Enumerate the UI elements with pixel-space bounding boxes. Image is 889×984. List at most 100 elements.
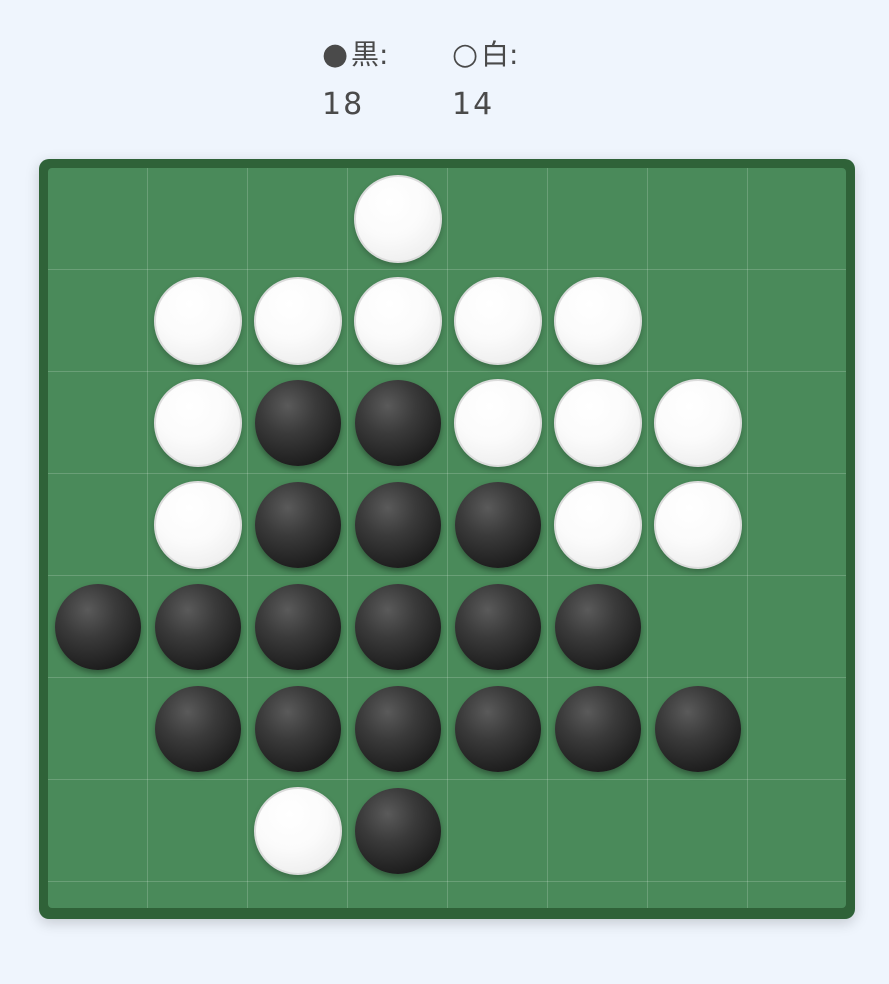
black-disc (155, 686, 241, 772)
board-cell-r4-c6[interactable] (548, 474, 648, 576)
white-disc (154, 481, 242, 569)
board-cell-r3-c4[interactable] (348, 372, 448, 474)
black-disc (255, 380, 341, 466)
white-disc (554, 379, 642, 467)
white-disc (354, 277, 442, 365)
board-cell-r7-c4[interactable] (348, 780, 448, 882)
white-score-label: ○ 白: (452, 38, 518, 72)
board-cell-r6-c4[interactable] (348, 678, 448, 780)
board-cell-r8-c6[interactable] (548, 882, 648, 984)
board-cell-r6-c2[interactable] (148, 678, 248, 780)
board-cell-r3-c6[interactable] (548, 372, 648, 474)
board-cell-r1-c1[interactable] (48, 168, 148, 270)
board-cell-r7-c5[interactable] (448, 780, 548, 882)
black-disc (55, 584, 141, 670)
board-cell-r1-c3[interactable] (248, 168, 348, 270)
white-disc-icon: ○ (452, 37, 479, 72)
board-cell-r1-c6[interactable] (548, 168, 648, 270)
board-cell-r3-c8[interactable] (748, 372, 848, 474)
board-cell-r1-c7[interactable] (648, 168, 748, 270)
board-cell-r7-c8[interactable] (748, 780, 848, 882)
white-disc (254, 277, 342, 365)
board-cell-r5-c1[interactable] (48, 576, 148, 678)
board-cell-r3-c2[interactable] (148, 372, 248, 474)
board-cell-r4-c8[interactable] (748, 474, 848, 576)
white-disc (154, 277, 242, 365)
white-score-value: 14 (452, 87, 495, 122)
board-cell-r5-c4[interactable] (348, 576, 448, 678)
black-disc (355, 482, 441, 568)
board-cell-r1-c2[interactable] (148, 168, 248, 270)
board-cell-r4-c5[interactable] (448, 474, 548, 576)
white-disc (454, 277, 542, 365)
board-cell-r2-c1[interactable] (48, 270, 148, 372)
board-cell-r6-c6[interactable] (548, 678, 648, 780)
black-label-text: 黒: (351, 38, 389, 71)
board-cell-r7-c6[interactable] (548, 780, 648, 882)
board-cell-r8-c5[interactable] (448, 882, 548, 984)
board-cell-r7-c1[interactable] (48, 780, 148, 882)
board-cell-r7-c7[interactable] (648, 780, 748, 882)
board-cell-r8-c4[interactable] (348, 882, 448, 984)
board-cell-r6-c5[interactable] (448, 678, 548, 780)
black-disc (355, 584, 441, 670)
black-disc (255, 686, 341, 772)
board-cell-r1-c8[interactable] (748, 168, 848, 270)
board-cell-r5-c8[interactable] (748, 576, 848, 678)
white-disc (454, 379, 542, 467)
board-cell-r8-c7[interactable] (648, 882, 748, 984)
board-cell-r3-c7[interactable] (648, 372, 748, 474)
board-cell-r8-c1[interactable] (48, 882, 148, 984)
black-disc (255, 482, 341, 568)
board-cell-r8-c2[interactable] (148, 882, 248, 984)
board-cell-r1-c4[interactable] (348, 168, 448, 270)
black-disc (455, 686, 541, 772)
white-disc (554, 277, 642, 365)
board-cell-r4-c1[interactable] (48, 474, 148, 576)
board-cell-r5-c2[interactable] (148, 576, 248, 678)
board-cell-r2-c5[interactable] (448, 270, 548, 372)
board-cell-r4-c7[interactable] (648, 474, 748, 576)
board-cell-r5-c6[interactable] (548, 576, 648, 678)
white-disc (354, 175, 442, 263)
board-cell-r8-c8[interactable] (748, 882, 848, 984)
board-cell-r7-c2[interactable] (148, 780, 248, 882)
board-cell-r2-c8[interactable] (748, 270, 848, 372)
othello-board (48, 168, 846, 908)
board-cell-r6-c7[interactable] (648, 678, 748, 780)
black-disc (655, 686, 741, 772)
board-cell-r1-c5[interactable] (448, 168, 548, 270)
black-disc (555, 686, 641, 772)
board-cell-r2-c4[interactable] (348, 270, 448, 372)
board-cell-r4-c4[interactable] (348, 474, 448, 576)
white-label-text: 白: (481, 38, 519, 71)
board-cell-r6-c8[interactable] (748, 678, 848, 780)
board-cell-r3-c1[interactable] (48, 372, 148, 474)
black-disc (555, 584, 641, 670)
black-disc (155, 584, 241, 670)
board-cell-r2-c2[interactable] (148, 270, 248, 372)
board-cell-r6-c1[interactable] (48, 678, 148, 780)
board-cell-r2-c7[interactable] (648, 270, 748, 372)
black-disc (455, 482, 541, 568)
black-disc-icon: ● (322, 37, 349, 72)
board-cell-r5-c3[interactable] (248, 576, 348, 678)
board-cell-r6-c3[interactable] (248, 678, 348, 780)
board-cell-r2-c6[interactable] (548, 270, 648, 372)
board-cell-r3-c5[interactable] (448, 372, 548, 474)
board-cell-r7-c3[interactable] (248, 780, 348, 882)
board-cell-r2-c3[interactable] (248, 270, 348, 372)
board-frame (39, 159, 855, 919)
white-disc (654, 379, 742, 467)
white-disc (154, 379, 242, 467)
board-cell-r5-c5[interactable] (448, 576, 548, 678)
black-disc (355, 686, 441, 772)
white-score: ○ 白: 14 (452, 38, 518, 122)
board-cell-r4-c2[interactable] (148, 474, 248, 576)
black-score: ● 黒: 18 (322, 38, 388, 122)
board-cell-r4-c3[interactable] (248, 474, 348, 576)
black-disc (355, 380, 441, 466)
board-cell-r8-c3[interactable] (248, 882, 348, 984)
board-cell-r5-c7[interactable] (648, 576, 748, 678)
board-cell-r3-c3[interactable] (248, 372, 348, 474)
